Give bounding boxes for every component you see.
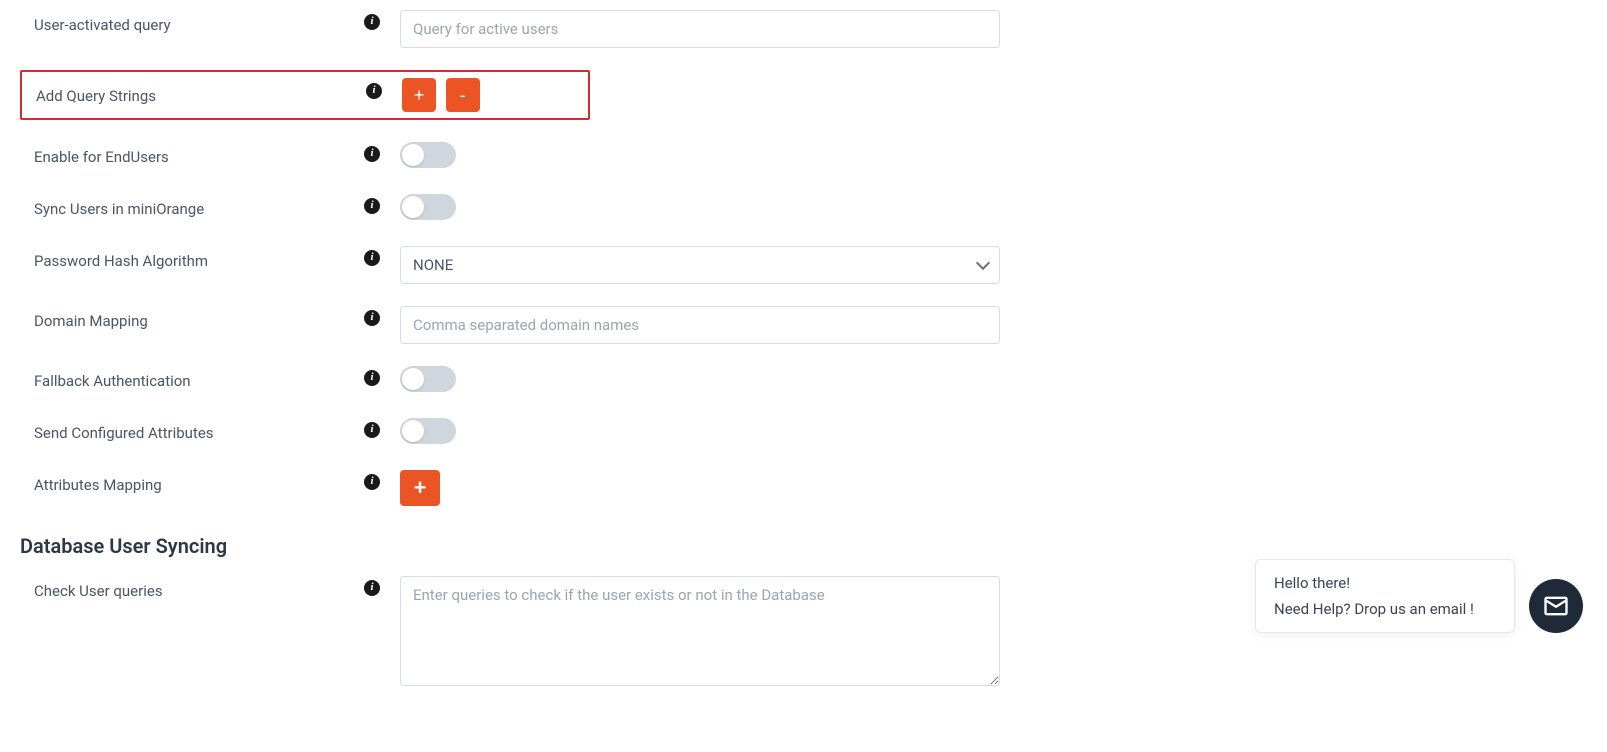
add-query-string-button[interactable]: +: [402, 78, 436, 112]
user-activated-query-label: User-activated query: [34, 10, 364, 34]
fallback-auth-toggle[interactable]: [400, 366, 456, 392]
info-icon[interactable]: i: [364, 250, 380, 266]
help-greeting: Hello there!: [1274, 574, 1496, 592]
domain-mapping-label: Domain Mapping: [34, 306, 364, 330]
add-attribute-mapping-button[interactable]: +: [400, 470, 440, 506]
info-icon[interactable]: i: [364, 474, 380, 490]
check-user-queries-label: Check User queries: [34, 576, 364, 600]
fallback-auth-label: Fallback Authentication: [34, 366, 364, 390]
enable-endusers-label: Enable for EndUsers: [34, 142, 364, 166]
help-tooltip: Hello there! Need Help? Drop us an email…: [1255, 559, 1515, 633]
info-icon[interactable]: i: [366, 83, 382, 99]
sync-users-toggle[interactable]: [400, 194, 456, 220]
info-icon[interactable]: i: [364, 370, 380, 386]
db-user-syncing-heading: Database User Syncing: [20, 534, 1587, 558]
password-hash-label: Password Hash Algorithm: [34, 246, 364, 270]
add-query-strings-highlight: Add Query Strings i + -: [20, 70, 590, 120]
attributes-mapping-label: Attributes Mapping: [34, 470, 364, 494]
info-icon[interactable]: i: [364, 14, 380, 30]
enable-endusers-toggle[interactable]: [400, 142, 456, 168]
add-query-strings-label: Add Query Strings: [36, 85, 366, 105]
sync-users-label: Sync Users in miniOrange: [34, 194, 364, 218]
info-icon[interactable]: i: [364, 146, 380, 162]
mail-icon: [1542, 592, 1570, 620]
check-user-queries-textarea[interactable]: [400, 576, 1000, 686]
password-hash-select[interactable]: NONE: [400, 246, 1000, 284]
info-icon[interactable]: i: [364, 422, 380, 438]
domain-mapping-input[interactable]: [400, 306, 1000, 344]
info-icon[interactable]: i: [364, 198, 380, 214]
chat-fab-button[interactable]: [1529, 579, 1583, 633]
user-activated-query-input[interactable]: [400, 10, 1000, 48]
help-message: Need Help? Drop us an email !: [1274, 600, 1496, 618]
info-icon[interactable]: i: [364, 310, 380, 326]
info-icon[interactable]: i: [364, 580, 380, 596]
send-attrs-label: Send Configured Attributes: [34, 418, 364, 442]
remove-query-string-button[interactable]: -: [446, 78, 480, 112]
send-attrs-toggle[interactable]: [400, 418, 456, 444]
